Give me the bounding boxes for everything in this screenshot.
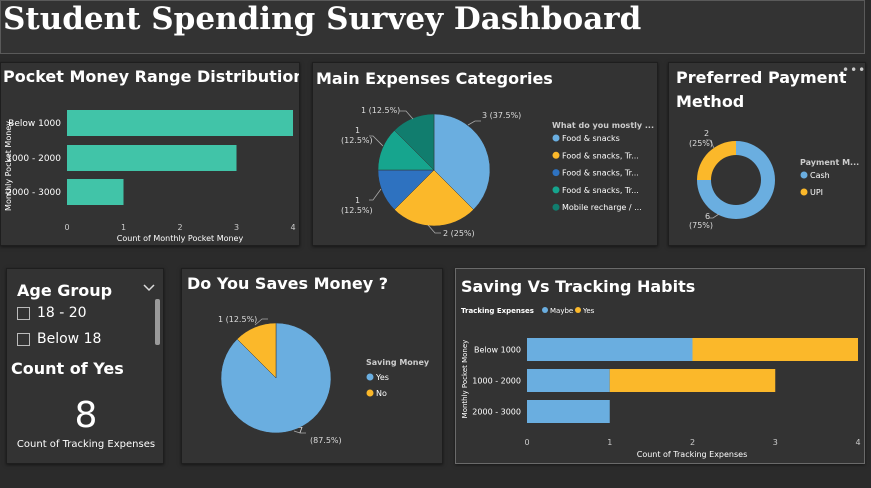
dashboard-header: Student Spending Survey Dashboard (0, 0, 865, 54)
pocket-money-panel[interactable]: Pocket Money Range Distribution Below 10… (0, 62, 300, 246)
legend-label: Yes (582, 307, 595, 315)
data-label: (75%) (689, 221, 713, 230)
bar-segment (609, 369, 776, 392)
legend-label: Cash (810, 171, 830, 180)
legend-marker (800, 188, 808, 196)
checkbox[interactable] (17, 306, 30, 320)
legend-marker (575, 307, 581, 313)
x-tick-label: 2 (177, 223, 182, 232)
data-label: (12.5%) (341, 136, 373, 145)
y-tick-label: 2000 - 3000 (6, 188, 61, 198)
age-option-below-18[interactable]: Below 18 (17, 331, 101, 347)
x-tick-label: 3 (234, 223, 239, 232)
leader-line (709, 213, 720, 219)
data-label: 2 (704, 129, 709, 138)
y-axis-label: Monthly Pocket Money (4, 121, 13, 211)
dashboard-title: Student Spending Survey Dashboard (3, 1, 642, 37)
legend-label: Food & snacks, Tr... (562, 169, 639, 178)
legend-marker (552, 134, 560, 142)
legend-marker (552, 169, 560, 177)
x-axis-label: Count of Monthly Pocket Money (117, 234, 244, 243)
leader-line (369, 188, 382, 201)
legend-label: UPI (810, 188, 823, 197)
x-tick-label: 0 (524, 438, 529, 447)
expenses-chart[interactable]: 3 (37.5%)2 (25%)1(12.5%)1(12.5%)1 (12.5%… (313, 63, 658, 246)
x-tick-label: 2 (690, 438, 695, 447)
x-tick-label: 1 (607, 438, 612, 447)
slicer-scrollbar[interactable] (155, 299, 160, 345)
x-tick-label: 0 (64, 223, 69, 232)
data-label: 1 (355, 126, 360, 135)
y-tick-label: 1000 - 2000 (472, 377, 521, 386)
data-label: 6 (705, 212, 710, 221)
age-group-panel: Age Group 18 - 20 Below 18 Count of Yes … (6, 268, 164, 464)
x-tick-label: 4 (855, 438, 860, 447)
legend-marker (552, 151, 560, 159)
more-options-icon[interactable]: ••• (842, 63, 866, 77)
legend-label: Maybe (550, 307, 573, 315)
legend-title: Saving Money (366, 358, 430, 367)
saves-money-chart[interactable]: 1 (12.5%) 7 (87.5%) Saving Money Yes No (182, 269, 443, 464)
age-group-title: Age Group (17, 281, 113, 300)
checkbox[interactable] (17, 332, 30, 346)
payment-chart[interactable]: 2(25%) 6(75%) Payment M... Cash UPI (669, 63, 866, 246)
data-label: 7 (298, 426, 303, 435)
legend-label: Mobile recharge / ... (562, 203, 642, 212)
y-tick-label: Below 1000 (474, 346, 521, 355)
chevron-down-icon[interactable] (143, 281, 155, 295)
leader-line (400, 110, 414, 120)
legend-label: Food & snacks (562, 134, 620, 143)
data-label: 2 (25%) (443, 229, 475, 238)
x-tick-label: 3 (773, 438, 778, 447)
legend-marker (552, 186, 560, 194)
bar-segment (692, 338, 858, 361)
legend-title: Payment M... (800, 158, 859, 167)
y-tick-label: 1000 - 2000 (6, 154, 61, 164)
legend-title: What do you mostly ... (552, 121, 654, 130)
bar-segment (527, 400, 610, 423)
data-label: 1 (12.5%) (361, 106, 400, 115)
legend-marker (366, 389, 374, 397)
legend-marker (800, 171, 808, 179)
legend-label: Food & snacks, Tr... (562, 186, 639, 195)
bar (67, 179, 124, 205)
legend-marker (542, 307, 548, 313)
bar (67, 145, 237, 171)
pocket-money-chart[interactable]: Below 1000 1000 - 2000 2000 - 3000 0 1 2 3 4 Cou… (1, 63, 300, 246)
x-tick-label: 4 (290, 223, 295, 232)
count-card-title: Count of Yes (11, 359, 124, 378)
payment-panel[interactable]: Preferred Payment Method 2 (25%) 6 (75%) Pay… (668, 62, 866, 246)
data-label: 3 (37.5%) (482, 111, 521, 120)
saves-money-panel[interactable]: Do You Saves Money ? 1 (12.5%) 7 (87.5%) Sa… (181, 268, 443, 464)
tracking-panel[interactable]: Saving Vs Tracking Habits Tracking Expen… (455, 268, 865, 464)
data-label: 1 (12.5%) (218, 315, 257, 324)
legend-label: Yes (375, 373, 389, 382)
tracking-chart[interactable]: Tracking Expenses Maybe Yes Below 1000 1000 … (456, 269, 865, 464)
bar-segment (527, 338, 693, 361)
expenses-panel[interactable]: Main Expenses Categories 3 (37.5%) 2 (25%… (312, 62, 658, 246)
y-axis-label: Monthly Pocket Money (461, 340, 469, 419)
leader-line (467, 120, 481, 126)
legend-title: Tracking Expenses (461, 307, 534, 315)
y-tick-label: Below 1000 (8, 119, 61, 129)
bar (67, 110, 293, 136)
legend-marker (366, 373, 374, 381)
data-label: 1 (355, 196, 360, 205)
x-axis-label: Count of Tracking Expenses (637, 450, 748, 459)
data-label: (25%) (689, 139, 713, 148)
legend-marker (552, 203, 560, 211)
x-tick-label: 1 (121, 223, 126, 232)
data-label: (87.5%) (310, 436, 342, 445)
count-card-label: Count of Tracking Expenses (16, 439, 156, 450)
legend-label: No (376, 389, 387, 398)
y-tick-label: 2000 - 3000 (472, 408, 521, 417)
count-card-value: 8 (74, 395, 98, 436)
legend-label: Food & snacks, Tr... (562, 151, 639, 160)
age-option-label: 18 - 20 (37, 305, 87, 321)
age-option-18-20[interactable]: 18 - 20 (17, 305, 87, 321)
bar-segment (527, 369, 610, 392)
data-label: (12.5%) (341, 206, 373, 215)
age-option-label: Below 18 (37, 331, 102, 347)
